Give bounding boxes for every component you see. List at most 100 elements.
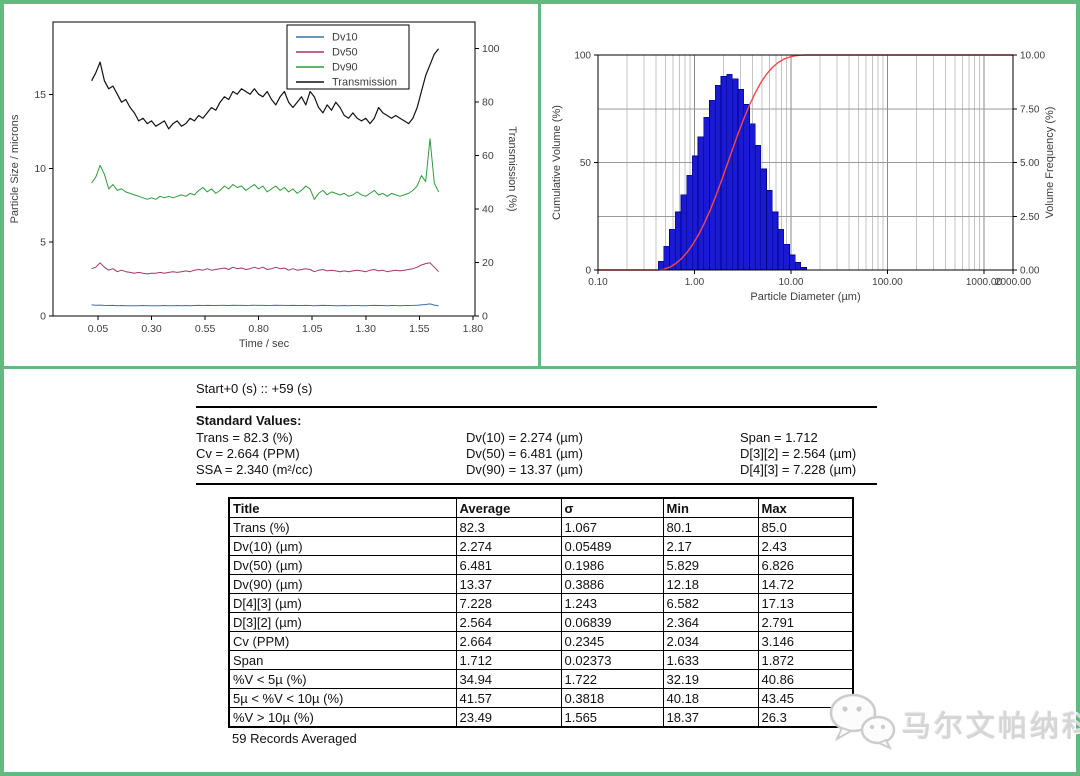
table-cell: 1.067 [561,518,663,537]
svg-text:Volume Frequency (%): Volume Frequency (%) [1044,107,1056,219]
svg-text:2.50: 2.50 [1020,212,1040,223]
table-cell: 2.274 [456,537,561,556]
table-cell: 2.564 [456,613,561,632]
svg-text:1.55: 1.55 [409,323,430,335]
table-cell: 0.2345 [561,632,663,651]
table-row: Dv(10) (µm)2.2740.054892.172.43 [229,537,853,556]
table-cell: 7.228 [456,594,561,613]
table-cell: Dv(50) (µm) [229,556,456,575]
svg-text:5: 5 [40,237,46,249]
table-cell: 85.0 [758,518,853,537]
table-cell: Trans (%) [229,518,456,537]
table-header-cell: Average [456,498,561,518]
table-cell: 80.1 [663,518,758,537]
table-cell: 40.18 [663,689,758,708]
watermark-brand-text: 马尔文帕纳科 [902,703,1080,745]
svg-text:Dv90: Dv90 [332,62,358,74]
svg-text:1.30: 1.30 [356,323,377,335]
table-row: %V < 5µ (%)34.941.72232.1940.86 [229,670,853,689]
svg-text:10: 10 [34,163,46,175]
table-cell: D[4][3] (µm) [229,594,456,613]
standard-values-col-2: Dv(10) = 2.274 (µm) Dv(50) = 6.481 (µm) … [466,430,583,478]
table-cell: 40.86 [758,670,853,689]
standard-value: D[3][2] = 2.564 (µm) [740,446,856,462]
svg-text:10.00: 10.00 [778,277,803,288]
standard-value: D[4][3] = 7.228 (µm) [740,462,856,478]
standard-value: Cv = 2.664 (PPM) [196,446,313,462]
table-cell: 23.49 [456,708,561,728]
standard-value: Dv(10) = 2.274 (µm) [466,430,583,446]
table-row: Dv(50) (µm)6.4810.19865.8296.826 [229,556,853,575]
standard-values-title: Standard Values: [196,413,301,428]
svg-text:Dv10: Dv10 [332,32,358,44]
table-header-cell: Max [758,498,853,518]
table-cell: 14.72 [758,575,853,594]
svg-text:50: 50 [580,158,592,169]
table-header-cell: Title [229,498,456,518]
table-cell: 3.146 [758,632,853,651]
svg-text:Dv50: Dv50 [332,47,358,59]
table-cell: 6.481 [456,556,561,575]
table-cell: 0.05489 [561,537,663,556]
distribution-chart: 0.101.0010.00100.001000.002000.000501000… [541,4,1076,366]
svg-text:0.30: 0.30 [141,323,162,335]
report-panel: Start+0 (s) :: +59 (s) Standard Values: … [4,369,1076,772]
table-cell: 0.3818 [561,689,663,708]
table-header-cell: σ [561,498,663,518]
table-cell: D[3][2] (µm) [229,613,456,632]
svg-text:0: 0 [585,266,591,277]
table-cell: Span [229,651,456,670]
svg-text:100: 100 [482,43,500,55]
table-cell: 32.19 [663,670,758,689]
table-cell: 2.664 [456,632,561,651]
table-header-row: TitleAverageσMinMax [229,498,853,518]
table-cell: 1.243 [561,594,663,613]
table-cell: 41.57 [456,689,561,708]
stats-table-body: Trans (%)82.31.06780.185.0Dv(10) (µm)2.2… [229,518,853,728]
table-cell: Dv(10) (µm) [229,537,456,556]
table-cell: 1.722 [561,670,663,689]
standard-value: Dv(90) = 13.37 (µm) [466,462,583,478]
standard-value: Trans = 82.3 (%) [196,430,313,446]
divider-standard-values [196,483,877,485]
table-cell: 17.13 [758,594,853,613]
svg-text:Particle Size / microns: Particle Size / microns [9,114,21,223]
table-row: Dv(90) (µm)13.370.388612.1814.72 [229,575,853,594]
table-cell: 0.3886 [561,575,663,594]
distribution-chart-panel: 0.101.0010.00100.001000.002000.000501000… [541,4,1076,366]
svg-text:0.00: 0.00 [1020,266,1040,277]
record-range-label: Start+0 (s) :: +59 (s) [196,381,312,396]
table-cell: 0.1986 [561,556,663,575]
table-row: 5µ < %V < 10µ (%)41.570.381840.1843.45 [229,689,853,708]
table-cell: Cv (PPM) [229,632,456,651]
svg-text:1.80: 1.80 [463,323,484,335]
table-row: Cv (PPM)2.6640.23452.0343.146 [229,632,853,651]
table-cell: 18.37 [663,708,758,728]
standard-value: Span = 1.712 [740,430,856,446]
svg-text:Cumulative Volume (%): Cumulative Volume (%) [551,105,563,220]
svg-text:15: 15 [34,89,46,101]
divider-top [196,406,877,408]
table-cell: 2.791 [758,613,853,632]
standard-value: SSA = 2.340 (m²/cc) [196,462,313,478]
table-cell: 82.3 [456,518,561,537]
svg-text:0: 0 [482,311,488,323]
svg-text:10.00: 10.00 [1020,51,1045,62]
svg-text:0.10: 0.10 [588,277,608,288]
stats-table-head: TitleAverageσMinMax [229,498,853,518]
table-cell: 1.712 [456,651,561,670]
table-row: D[4][3] (µm)7.2281.2436.58217.13 [229,594,853,613]
table-cell: 5µ < %V < 10µ (%) [229,689,456,708]
table-cell: %V < 5µ (%) [229,670,456,689]
svg-text:0: 0 [40,311,46,323]
svg-text:2000.00: 2000.00 [995,277,1032,288]
table-cell: Dv(90) (µm) [229,575,456,594]
table-cell: 1.872 [758,651,853,670]
table-row: %V > 10µ (%)23.491.56518.3726.3 [229,708,853,728]
table-row: Span1.7120.023731.6331.872 [229,651,853,670]
svg-text:0.05: 0.05 [88,323,109,335]
trend-chart-panel: 0.050.300.550.801.051.301.551.8005101502… [4,4,538,366]
table-cell: 2.364 [663,613,758,632]
table-cell: 1.565 [561,708,663,728]
svg-text:100.00: 100.00 [872,277,903,288]
